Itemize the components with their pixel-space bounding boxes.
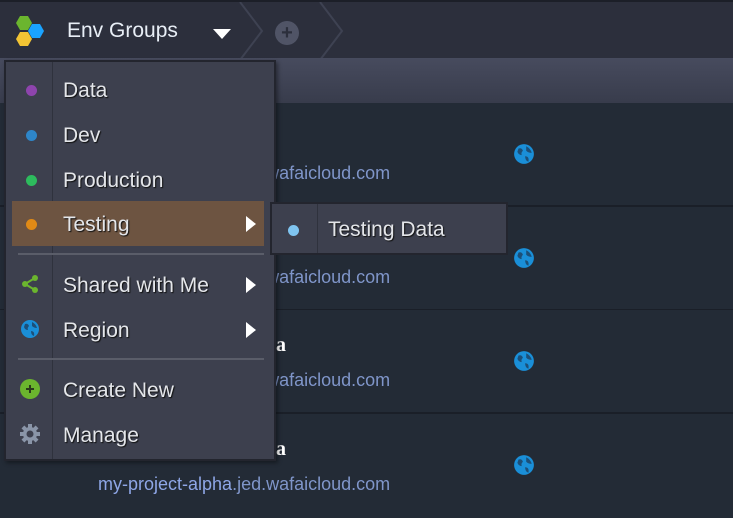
menu-divider: [18, 358, 264, 360]
chevron-right-icon: [246, 277, 256, 293]
globe-icon: [514, 144, 534, 164]
globe-icon: [514, 454, 534, 475]
globe-icon: [21, 320, 39, 338]
menu-item-manage[interactable]: Manage: [12, 412, 264, 457]
group-color-dot: [26, 85, 37, 96]
breadcrumb-separator: [239, 2, 264, 60]
plus-circle-icon: [20, 379, 40, 399]
logo-icon: [16, 16, 44, 46]
menu-item-testing-data[interactable]: Testing Data: [272, 206, 506, 251]
menu-item-shared-with-me[interactable]: Shared with Me: [12, 262, 264, 307]
chevron-down-icon[interactable]: [213, 29, 231, 39]
menu-divider: [18, 253, 264, 255]
share-icon: [22, 275, 38, 293]
top-bar: Env Groups +: [0, 0, 733, 60]
globe-icon: [514, 247, 534, 268]
env-groups-title[interactable]: Env Groups: [67, 19, 178, 43]
group-color-dot: [288, 225, 299, 236]
menu-item-data[interactable]: Data: [12, 67, 264, 112]
menu-item-create-new[interactable]: Create New: [12, 367, 264, 412]
group-color-dot: [26, 175, 37, 186]
env-domain[interactable]: my-project-alpha.jed.wafaicloud.com: [98, 474, 390, 495]
testing-submenu: Testing Data: [270, 202, 508, 255]
menu-item-testing[interactable]: Testing: [12, 201, 264, 246]
plus-circle-icon[interactable]: +: [275, 21, 299, 45]
breadcrumb-separator: [319, 2, 344, 60]
chevron-right-icon: [246, 216, 256, 232]
gear-icon: [20, 424, 40, 444]
menu-item-dev[interactable]: Dev: [12, 112, 264, 157]
menu-item-region[interactable]: Region: [12, 307, 264, 352]
env-groups-menu: Data Dev Production Testing Shared with …: [4, 60, 276, 461]
group-color-dot: [26, 219, 37, 230]
menu-item-production[interactable]: Production: [12, 157, 264, 202]
chevron-right-icon: [246, 322, 256, 338]
group-color-dot: [26, 130, 37, 141]
globe-icon: [514, 351, 534, 371]
